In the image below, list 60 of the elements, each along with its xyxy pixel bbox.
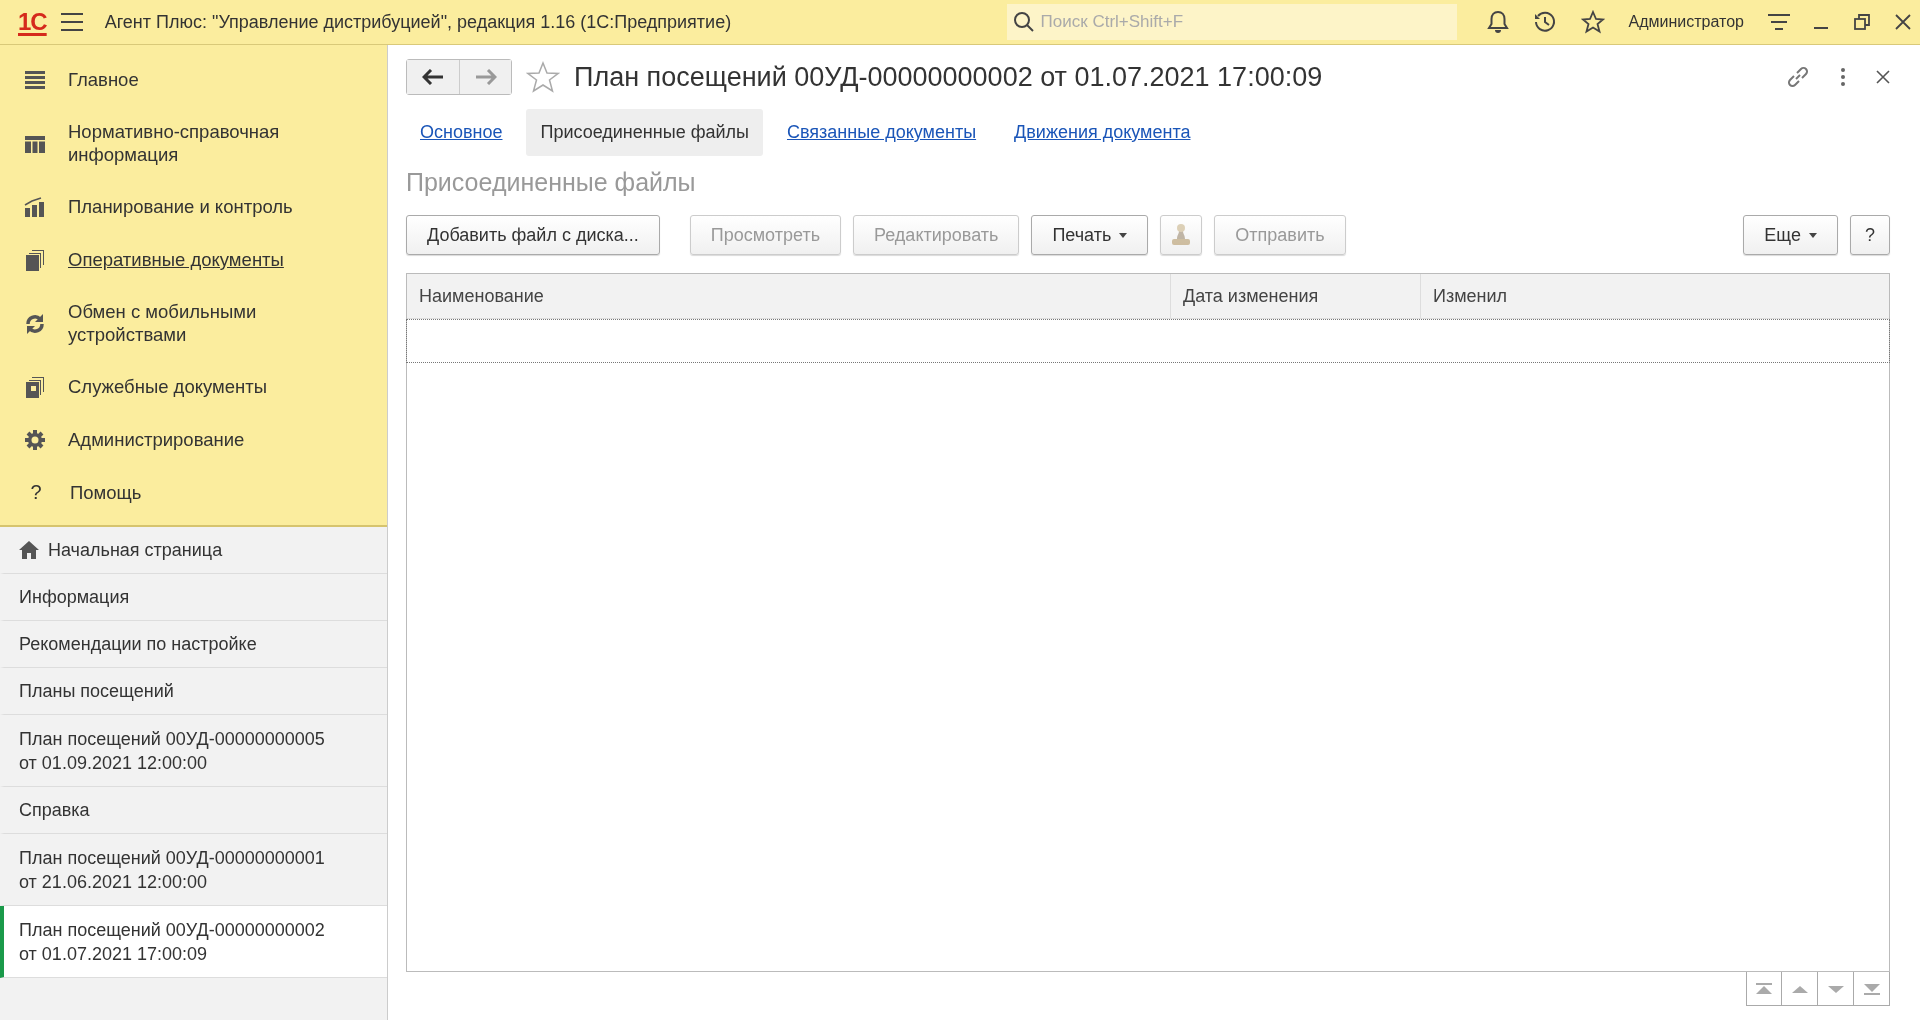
section-link[interactable]: Обмен с мобильными устройствами: [68, 300, 308, 346]
tab[interactable]: Основное: [406, 109, 517, 156]
documents-icon: [24, 375, 46, 398]
caret-icon: [1809, 232, 1817, 238]
form-title: План посещений 00УД-00000000002 от 01.07.2021 17:00:09: [574, 61, 1323, 93]
user-name[interactable]: Администратор: [1628, 13, 1744, 31]
open-window-item[interactable]: Справка: [0, 787, 387, 834]
column-header[interactable]: Изменил: [1421, 274, 1889, 318]
section-link[interactable]: Нормативно-справочная информация: [68, 120, 308, 166]
open-window-item[interactable]: Информация: [0, 574, 387, 621]
star-icon[interactable]: [1580, 10, 1605, 34]
open-window-item[interactable]: План посещений 00УД-00000000002 от 01.07.2021 17:00:09: [0, 906, 387, 978]
gear-icon: [24, 428, 46, 451]
tab[interactable]: Связанные документы: [773, 109, 991, 156]
app-logo[interactable]: 1С: [18, 8, 47, 36]
column-header[interactable]: Дата изменения: [1171, 274, 1421, 318]
help-icon: ?: [24, 481, 48, 504]
more-icon[interactable]: [1840, 67, 1846, 87]
filter-lines-icon[interactable]: [1768, 13, 1790, 31]
sync-icon: [24, 312, 46, 334]
restore-icon[interactable]: [1854, 14, 1870, 30]
section-link[interactable]: Помощь: [70, 481, 142, 504]
open-window-item[interactable]: План посещений 00УД-00000000005 от 01.09.2021 12:00:00: [0, 715, 387, 787]
section-link[interactable]: Администрирование: [68, 428, 245, 451]
top-triangle-icon: [1756, 982, 1772, 995]
search-field[interactable]: Поиск Ctrl+Shift+F: [1038, 11, 1451, 33]
tab[interactable]: Присоединенные файлы: [526, 109, 763, 156]
section-link[interactable]: Планирование и контроль: [68, 195, 293, 218]
section-title: Присоединенные файлы: [406, 168, 697, 197]
open-window-item[interactable]: Начальная страница: [0, 527, 387, 574]
history-icon[interactable]: [1532, 10, 1557, 34]
tab[interactable]: Движения документа: [1000, 109, 1205, 156]
empty-row[interactable]: [406, 319, 1890, 363]
close-icon[interactable]: [1894, 13, 1912, 31]
close-icon[interactable]: [1876, 70, 1890, 84]
toolbar-button[interactable]: Печать: [1031, 215, 1149, 255]
caret-icon: [1119, 232, 1128, 238]
documents-icon: [24, 248, 46, 271]
section-link[interactable]: Служебные документы: [68, 375, 268, 398]
column-header[interactable]: Наименование: [407, 274, 1171, 318]
toolbar-button[interactable]: ?: [1850, 215, 1890, 255]
window-title: Агент Плюс: "Управление дистрибуцией", редакция 1.16 (1С:Предприятие): [104, 11, 732, 33]
menu-icon[interactable]: [60, 12, 85, 32]
open-window-item[interactable]: Рекомендации по настройке: [0, 621, 387, 668]
toolbar-button[interactable]: Еще: [1743, 215, 1838, 255]
bottom-triangle-icon: [1863, 982, 1880, 995]
link-icon[interactable]: [1786, 65, 1810, 89]
home-icon: [18, 540, 40, 560]
right-arrow-icon: [474, 69, 497, 85]
section-link[interactable]: Оперативные документы: [68, 248, 284, 271]
bar-chart-icon: [24, 195, 46, 218]
bell-icon[interactable]: [1486, 10, 1509, 34]
section-link[interactable]: Главное: [68, 68, 139, 91]
search-icon: [1012, 11, 1035, 33]
toolbar-button[interactable]: Добавить файл с диска...: [406, 215, 660, 255]
search-field[interactable]: Поиск Ctrl+Shift+F: [1006, 4, 1457, 40]
left-arrow-icon: [422, 69, 444, 85]
star-icon[interactable]: [526, 61, 560, 93]
list-icon: [24, 68, 46, 91]
open-window-item[interactable]: Планы посещений: [0, 668, 387, 715]
